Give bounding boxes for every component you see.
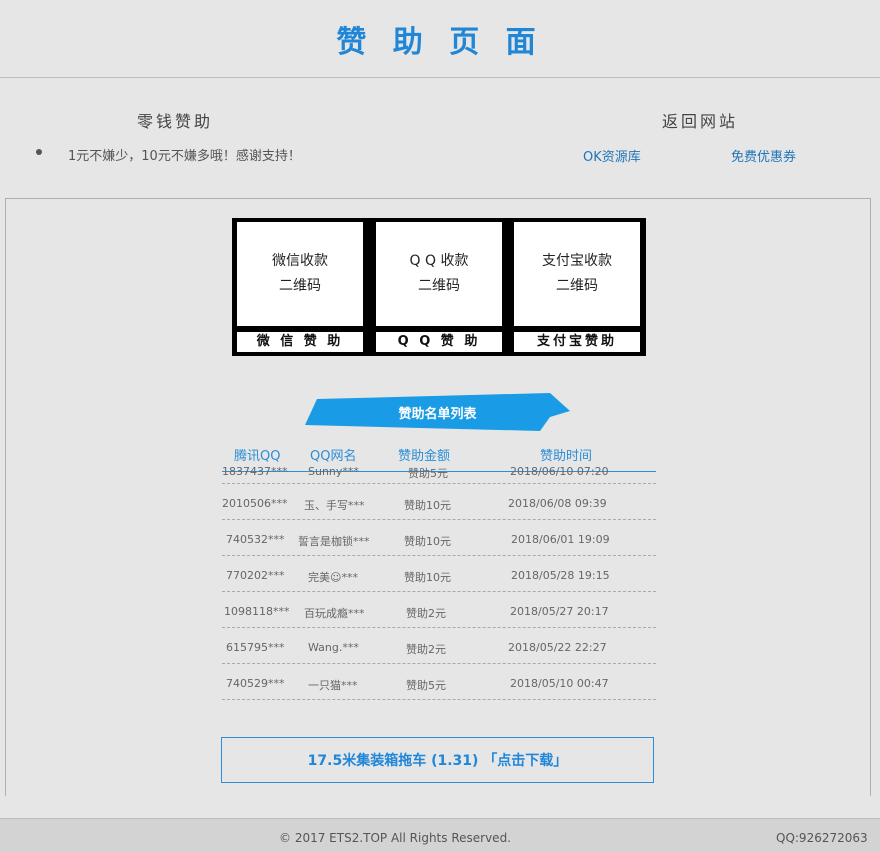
support-message: 1元不嫌少，10元不嫌多哦！感谢支持！ xyxy=(68,149,301,164)
wechat-qr-card: 微信收款 二维码 微 信 赞 助 xyxy=(237,222,363,352)
back-to-site-title: 返回网站 xyxy=(662,112,739,131)
table-row: 1837437*** Sunny*** 赞助5元 2018/06/10 07:2… xyxy=(222,466,656,484)
header-amount: 赞助金额 xyxy=(398,449,451,464)
row-time: 2018/06/10 07:20 xyxy=(510,466,609,478)
page-header: 赞 助 页 面 xyxy=(0,0,880,78)
sponsor-list-ribbon: 赞助名单列表 xyxy=(305,393,570,431)
info-section: 零钱赞助 1元不嫌少，10元不嫌多哦！感谢支持！ 返回网站 OK资源库 免费优惠… xyxy=(0,78,880,198)
ok-resource-link[interactable]: OK资源库 xyxy=(583,146,641,165)
wechat-qr-line2: 二维码 xyxy=(279,278,321,294)
row-qq: 740532*** xyxy=(226,533,285,546)
ribbon-label: 赞助名单列表 xyxy=(398,407,477,422)
qq-qr-line2: 二维码 xyxy=(418,278,460,294)
table-row: 2010506*** 玉、手写*** 赞助10元 2018/06/08 09:3… xyxy=(222,484,656,520)
qr-code-strip: 微信收款 二维码 微 信 赞 助 Q Q 收款 二维码 Q Q 赞 助 支付宝收… xyxy=(232,218,646,356)
qq-qr-code: Q Q 收款 二维码 xyxy=(376,222,502,326)
row-qq: 770202*** xyxy=(226,569,285,582)
row-qq: 2010506*** xyxy=(222,497,288,510)
row-amount: 赞助5元 xyxy=(408,467,448,480)
table-row: 740532*** 誓言是枷锁*** 赞助10元 2018/06/01 19:0… xyxy=(222,520,656,556)
alipay-qr-card: 支付宝收款 二维码 支付宝赞助 xyxy=(514,222,640,352)
page-footer: © 2017 ETS2.TOP All Rights Reserved. QQ:… xyxy=(0,818,880,852)
row-name: 誓言是枷锁*** xyxy=(298,535,370,548)
row-qq: 740529*** xyxy=(226,677,285,690)
row-name: 完美☺*** xyxy=(308,571,358,584)
row-name: 玉、手写*** xyxy=(304,499,365,512)
row-amount: 赞助10元 xyxy=(404,571,451,584)
header-qq: 腾讯QQ xyxy=(234,449,281,464)
row-amount: 赞助10元 xyxy=(404,499,451,512)
wechat-sponsor-label: 微 信 赞 助 xyxy=(237,332,363,352)
row-time: 2018/06/08 09:39 xyxy=(508,497,607,510)
copyright-text: © 2017 ETS2.TOP All Rights Reserved. xyxy=(279,831,511,845)
table-row: 1098118*** 百玩成瘾*** 赞助2元 2018/05/27 20:17 xyxy=(222,592,656,628)
row-name: Sunny*** xyxy=(308,466,359,478)
alipay-qr-code: 支付宝收款 二维码 xyxy=(514,222,640,326)
row-name: Wang.*** xyxy=(308,641,359,654)
wechat-qr-code: 微信收款 二维码 xyxy=(237,222,363,326)
alipay-qr-line2: 二维码 xyxy=(556,278,598,294)
page-title: 赞 助 页 面 xyxy=(336,25,544,60)
free-coupon-link[interactable]: 免费优惠券 xyxy=(731,146,796,165)
row-qq: 615795*** xyxy=(226,641,285,654)
row-amount: 赞助2元 xyxy=(406,607,446,620)
row-qq: 1837437*** xyxy=(222,466,288,478)
row-time: 2018/05/28 19:15 xyxy=(511,569,610,582)
row-amount: 赞助5元 xyxy=(406,679,446,692)
qq-sponsor-label: Q Q 赞 助 xyxy=(376,332,502,352)
alipay-qr-line1: 支付宝收款 xyxy=(542,253,612,269)
contact-qq: QQ:926272063 xyxy=(776,831,868,845)
download-button[interactable]: 17.5米集装箱拖车 (1.31) 「点击下载」 xyxy=(221,737,654,783)
row-amount: 赞助10元 xyxy=(404,535,451,548)
table-row: 615795*** Wang.*** 赞助2元 2018/05/22 22:27 xyxy=(222,628,656,664)
qq-qr-card: Q Q 收款 二维码 Q Q 赞 助 xyxy=(376,222,502,352)
row-time: 2018/05/10 00:47 xyxy=(510,677,609,690)
table-row: 740529*** 一只猫*** 赞助5元 2018/05/10 00:47 xyxy=(222,664,656,700)
row-name: 百玩成瘾*** xyxy=(304,607,365,620)
row-qq: 1098118*** xyxy=(224,605,290,618)
header-nickname: QQ网名 xyxy=(310,449,357,464)
sponsor-list[interactable]: 1837437*** Sunny*** 赞助5元 2018/06/10 07:2… xyxy=(222,466,656,708)
row-time: 2018/06/01 19:09 xyxy=(511,533,610,546)
row-name: 一只猫*** xyxy=(308,679,358,692)
row-time: 2018/05/22 22:27 xyxy=(508,641,607,654)
alipay-sponsor-label: 支付宝赞助 xyxy=(514,332,640,352)
table-row: 770202*** 完美☺*** 赞助10元 2018/05/28 19:15 xyxy=(222,556,656,592)
row-amount: 赞助2元 xyxy=(406,643,446,656)
header-time: 赞助时间 xyxy=(540,449,593,464)
small-change-title: 零钱赞助 xyxy=(137,112,214,131)
qq-qr-line1: Q Q 收款 xyxy=(409,253,469,269)
wechat-qr-line1: 微信收款 xyxy=(272,253,328,269)
row-time: 2018/05/27 20:17 xyxy=(510,605,609,618)
bullet-icon xyxy=(36,149,42,155)
